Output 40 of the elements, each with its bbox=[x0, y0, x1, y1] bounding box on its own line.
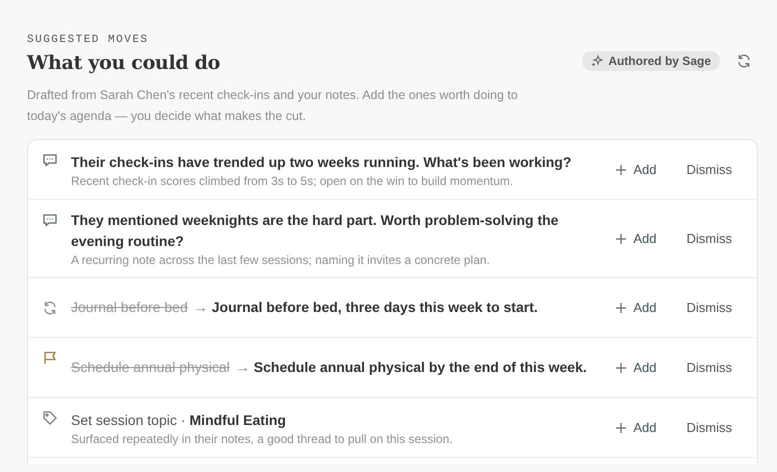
dismiss-button[interactable]: Dismiss bbox=[678, 227, 740, 250]
authored-badge: Authored by Sage bbox=[582, 51, 720, 71]
dismiss-button[interactable]: Dismiss bbox=[678, 416, 740, 439]
description: Drafted from Sarah Chen's recent check-ins and your notes. Add the ones worth doing to today's agenda — you decide what makes the cut. bbox=[27, 87, 519, 125]
plus-icon bbox=[616, 422, 626, 432]
topic-label: Set session topic bbox=[71, 412, 177, 428]
section-label: SUGGESTED MOVES bbox=[27, 34, 150, 46]
topic-name: Mindful Eating bbox=[190, 412, 286, 428]
previous-text: Journal before bed bbox=[71, 299, 188, 315]
plus-icon bbox=[616, 234, 626, 244]
arrow-glyph: → bbox=[194, 299, 208, 315]
plus-icon bbox=[616, 164, 626, 174]
suggestion-note: Surfaced repeatedly in their notes, a good thread to pull on this session. bbox=[71, 432, 454, 446]
chat-bubble-icon bbox=[42, 212, 58, 228]
add-button[interactable]: Add bbox=[608, 227, 664, 250]
arrow-glyph: → bbox=[236, 359, 250, 375]
suggestion-note: A recurring note across the last few sessions; naming it invites a concrete plan. bbox=[71, 253, 491, 267]
section-title: What you could do bbox=[27, 52, 220, 74]
refresh-icon bbox=[42, 300, 58, 316]
dismiss-button[interactable]: Dismiss bbox=[678, 296, 740, 319]
sparkle-icon bbox=[591, 55, 604, 67]
suggestion-title: They mentioned weeknights are the hard part. Worth problem-solving the evening routine? bbox=[71, 211, 560, 251]
suggestion-note: Recent check-in scores climbed from 3s to 5s; open on the win to build momentum. bbox=[71, 174, 514, 188]
suggestion-title: Their check-ins have trended up two weeks running. What's been working? bbox=[71, 152, 572, 172]
add-button[interactable]: Add bbox=[608, 296, 664, 319]
separator-dot: · bbox=[180, 412, 186, 428]
plus-icon bbox=[616, 362, 626, 372]
chat-bubble-icon bbox=[42, 152, 58, 168]
previous-text: Schedule annual physical bbox=[71, 359, 230, 375]
revised-text: Journal before bed, three days this week to start. bbox=[212, 299, 538, 315]
add-button[interactable]: Add bbox=[608, 158, 664, 181]
tag-icon bbox=[42, 410, 58, 426]
refresh-icon[interactable] bbox=[736, 53, 752, 69]
revised-text: Schedule annual physical by the end of this week. bbox=[254, 359, 587, 375]
plus-icon bbox=[616, 302, 626, 312]
flag-icon bbox=[42, 350, 58, 366]
add-button[interactable]: Add bbox=[608, 356, 664, 379]
dismiss-button[interactable]: Dismiss bbox=[678, 356, 740, 379]
add-button[interactable]: Add bbox=[608, 416, 664, 439]
dismiss-button[interactable]: Dismiss bbox=[678, 158, 740, 181]
